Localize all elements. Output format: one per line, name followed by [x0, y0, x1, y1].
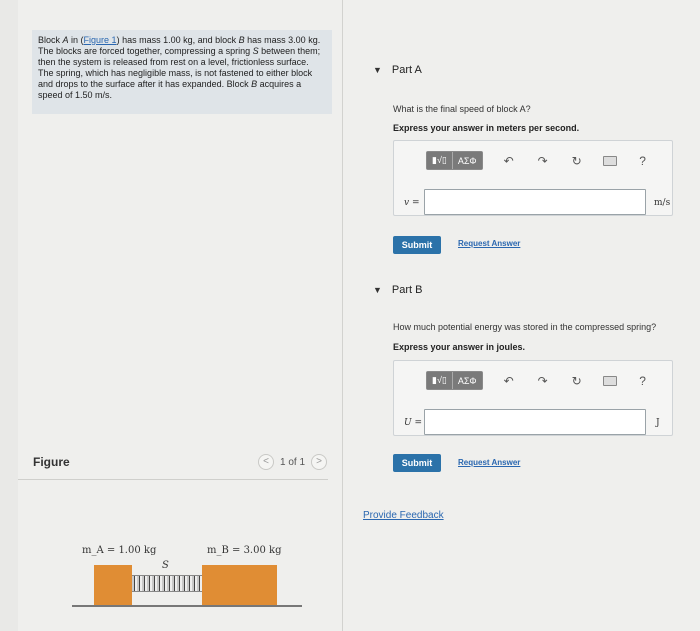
- figure-title: Figure: [33, 455, 70, 469]
- part-a-toolbar: ▮√▯ ΑΣΦ ↶ ↷ ↻ ?: [426, 151, 651, 170]
- part-a-var-label: v =: [404, 198, 420, 208]
- figure-header: Figure < 1 of 1 >: [18, 452, 328, 480]
- part-a-answer-box: ▮√▯ ΑΣΦ ↶ ↷ ↻ ? v = m/s: [393, 140, 673, 216]
- figure-pager: < 1 of 1 >: [258, 454, 328, 470]
- problem-text: ) has mass 1.00 kg, and block: [116, 35, 239, 45]
- part-a-header[interactable]: ▼ Part A: [373, 64, 422, 76]
- part-a-unit: m/s: [654, 198, 671, 208]
- part-b-answer-box: ▮√▯ ΑΣΦ ↶ ↷ ↻ ? U = J: [393, 360, 673, 436]
- part-b-var-label: U =: [404, 418, 422, 428]
- figure-link[interactable]: Figure 1: [84, 35, 117, 45]
- part-a-answer-input[interactable]: [424, 189, 646, 215]
- part-a-request-answer-link[interactable]: Request Answer: [458, 239, 520, 248]
- mass-b-label: m_B = 3.00 kg: [207, 545, 282, 556]
- part-b-answer-input[interactable]: [424, 409, 646, 435]
- part-a-submit-button[interactable]: Submit: [393, 236, 441, 254]
- collapse-triangle-icon[interactable]: ▼: [373, 285, 382, 295]
- spring-label: S: [162, 560, 169, 571]
- problem-text: Block: [38, 35, 63, 45]
- left-pane: Block A in (Figure 1) has mass 1.00 kg, …: [18, 0, 343, 631]
- next-figure-button[interactable]: >: [311, 454, 328, 470]
- floor-line: [72, 605, 302, 607]
- keyboard-icon[interactable]: [602, 375, 617, 386]
- right-pane: ▼ Part A What is the final speed of bloc…: [343, 0, 700, 631]
- block-a: [94, 565, 132, 605]
- part-b-question: How much potential energy was stored in …: [393, 322, 657, 332]
- part-a-instruction: Express your answer in meters per second…: [393, 123, 580, 133]
- part-b-toolbar: ▮√▯ ΑΣΦ ↶ ↷ ↻ ?: [426, 371, 651, 390]
- part-a-question: What is the final speed of block A?: [393, 104, 531, 114]
- symbols-button[interactable]: ΑΣΦ: [452, 372, 482, 389]
- problem-statement: Block A in (Figure 1) has mass 1.00 kg, …: [32, 30, 332, 114]
- symbols-button[interactable]: ΑΣΦ: [452, 152, 482, 169]
- collapse-triangle-icon[interactable]: ▼: [373, 65, 382, 75]
- reset-icon[interactable]: ↻: [569, 374, 585, 388]
- problem-text: in (: [68, 35, 84, 45]
- undo-icon[interactable]: ↶: [501, 154, 517, 168]
- templates-button[interactable]: ▮√▯: [427, 152, 453, 169]
- part-b-unit: J: [656, 418, 660, 428]
- spring: [132, 575, 202, 592]
- part-b-instruction: Express your answer in joules.: [393, 342, 526, 352]
- reset-icon[interactable]: ↻: [569, 154, 585, 168]
- provide-feedback-link[interactable]: Provide Feedback: [363, 510, 444, 521]
- part-b-request-answer-link[interactable]: Request Answer: [458, 458, 520, 467]
- math-toolbar-group: ▮√▯ ΑΣΦ: [426, 151, 483, 170]
- math-toolbar-group: ▮√▯ ΑΣΦ: [426, 371, 483, 390]
- mass-a-label: m_A = 1.00 kg: [82, 545, 157, 556]
- help-icon[interactable]: ?: [635, 154, 651, 168]
- block-b: [202, 565, 277, 605]
- pager-text: 1 of 1: [280, 456, 306, 468]
- part-b-submit-button[interactable]: Submit: [393, 454, 441, 472]
- templates-button[interactable]: ▮√▯: [427, 372, 453, 389]
- prev-figure-button[interactable]: <: [258, 454, 274, 470]
- part-b-title: Part B: [391, 284, 423, 296]
- redo-icon[interactable]: ↷: [535, 374, 551, 388]
- part-b-header[interactable]: ▼ Part B: [373, 284, 423, 296]
- keyboard-icon[interactable]: [602, 155, 617, 166]
- help-icon[interactable]: ?: [635, 374, 651, 388]
- redo-icon[interactable]: ↷: [535, 154, 551, 168]
- figure-diagram: m_A = 1.00 kg m_B = 3.00 kg S: [62, 540, 302, 620]
- part-a-title: Part A: [391, 64, 422, 76]
- undo-icon[interactable]: ↶: [501, 374, 517, 388]
